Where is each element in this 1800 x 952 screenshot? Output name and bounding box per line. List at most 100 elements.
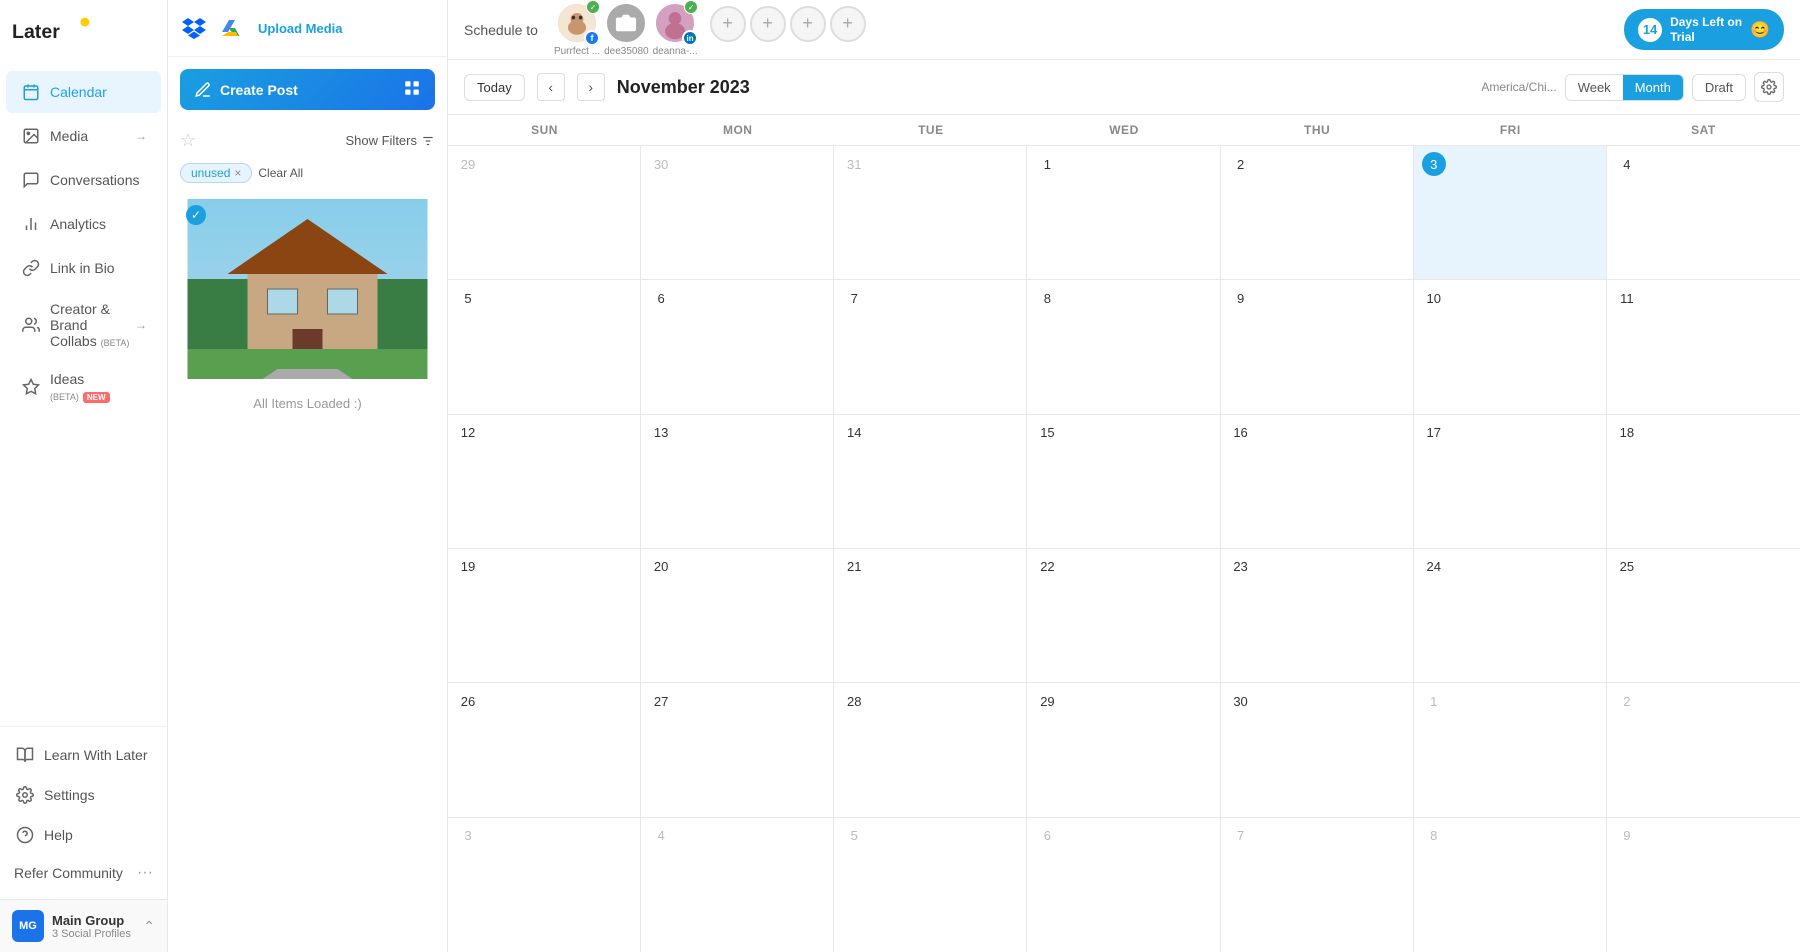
add-profile-button-4[interactable]: + — [830, 6, 866, 42]
cal-cell-nov22[interactable]: 22 — [1027, 549, 1220, 682]
cal-cell-dec9[interactable]: 9 — [1607, 818, 1800, 952]
cal-cell-nov2[interactable]: 2 — [1221, 146, 1414, 279]
cal-cell-nov17[interactable]: 17 — [1414, 415, 1607, 548]
sidebar-item-settings[interactable]: Settings — [0, 775, 167, 815]
cal-cell-nov10[interactable]: 10 — [1414, 280, 1607, 413]
sidebar-item-creator-brand-collabs[interactable]: Creator & Brand Collabs (BETA) → — [6, 291, 161, 359]
today-button[interactable]: Today — [464, 74, 525, 101]
sidebar-item-conversations[interactable]: Conversations — [6, 159, 161, 201]
cal-cell-nov15[interactable]: 15 — [1027, 415, 1220, 548]
day-header-thu: THU — [1221, 115, 1414, 145]
show-filters-button[interactable]: Show Filters — [345, 133, 435, 148]
sidebar-item-ideas[interactable]: Ideas (BETA)NEW — [6, 361, 161, 413]
cal-cell-nov30[interactable]: 30 — [1221, 683, 1414, 816]
create-post-label: Create Post — [220, 82, 298, 98]
cal-cell-nov6[interactable]: 6 — [641, 280, 834, 413]
cal-cell-nov3[interactable]: 3 — [1414, 146, 1607, 279]
star-icon[interactable]: ☆ — [180, 130, 196, 151]
week-view-button[interactable]: Week — [1566, 75, 1623, 100]
media-panel-top: Upload Media — [168, 0, 447, 57]
cal-cell-nov20[interactable]: 20 — [641, 549, 834, 682]
cal-cell-nov12[interactable]: 12 — [448, 415, 641, 548]
next-month-button[interactable]: › — [577, 73, 605, 101]
cal-cell-nov18[interactable]: 18 — [1607, 415, 1800, 548]
cal-cell-dec5[interactable]: 5 — [834, 818, 1027, 952]
cal-cell-nov24[interactable]: 24 — [1414, 549, 1607, 682]
sidebar: Later Calendar Media → Conversations — [0, 0, 168, 952]
cal-cell-nov5[interactable]: 5 — [448, 280, 641, 413]
draft-view-button[interactable]: Draft — [1692, 74, 1746, 101]
cal-cell-nov26[interactable]: 26 — [448, 683, 641, 816]
cal-cell-nov11[interactable]: 11 — [1607, 280, 1800, 413]
add-profile-button-2[interactable]: + — [750, 6, 786, 42]
google-drive-icon[interactable] — [218, 14, 246, 42]
cal-week-1: 29 30 31 1 2 3 4 — [448, 146, 1800, 280]
cal-cell-nov9[interactable]: 9 — [1221, 280, 1414, 413]
media-selected-badge: ✓ — [186, 205, 206, 225]
sidebar-item-link-in-bio[interactable]: Link in Bio — [6, 247, 161, 289]
cal-cell-nov21[interactable]: 21 — [834, 549, 1027, 682]
cal-cell-nov29[interactable]: 29 — [1027, 683, 1220, 816]
cal-cell-dec8[interactable]: 8 — [1414, 818, 1607, 952]
cal-cell-dec3[interactable]: 3 — [448, 818, 641, 952]
cal-cell-oct30[interactable]: 30 — [641, 146, 834, 279]
cal-cell-oct31[interactable]: 31 — [834, 146, 1027, 279]
clear-all-button[interactable]: Clear All — [258, 166, 303, 180]
media-item[interactable]: ✓ — [180, 199, 435, 384]
dropbox-icon[interactable] — [180, 14, 208, 42]
prev-month-button[interactable]: ‹ — [537, 73, 565, 101]
collabs-arrow: → — [135, 318, 147, 332]
cal-cell-nov23[interactable]: 23 — [1221, 549, 1414, 682]
cal-cell-nov13[interactable]: 13 — [641, 415, 834, 548]
help-label: Help — [44, 827, 73, 843]
sidebar-item-label: Ideas (BETA)NEW — [50, 371, 147, 403]
add-profile-button-1[interactable]: + — [710, 6, 746, 42]
remove-filter-button[interactable]: × — [234, 166, 241, 180]
cal-cell-nov19[interactable]: 19 — [448, 549, 641, 682]
cal-cell-dec7[interactable]: 7 — [1221, 818, 1414, 952]
create-post-button[interactable]: Create Post — [180, 69, 435, 110]
profile-wrapper-dee: dee35080 — [604, 2, 649, 57]
cal-cell-nov16[interactable]: 16 — [1221, 415, 1414, 548]
refer-community-row[interactable]: Refer Community ··· — [0, 855, 167, 891]
sidebar-bottom: Learn With Later Settings Help Refer Com… — [0, 726, 167, 899]
month-view-button[interactable]: Month — [1623, 75, 1683, 100]
media-icon — [20, 125, 42, 147]
cal-cell-nov7[interactable]: 7 — [834, 280, 1027, 413]
sidebar-item-label: Analytics — [50, 216, 106, 232]
cal-cell-dec2[interactable]: 2 — [1607, 683, 1800, 816]
refer-label: Refer — [14, 865, 48, 881]
refer-dots-icon[interactable]: ··· — [137, 864, 153, 882]
sidebar-item-help[interactable]: Help — [0, 815, 167, 855]
sidebar-nav: Calendar Media → Conversations Analytics — [0, 62, 167, 726]
upload-media-button[interactable]: Upload Media — [258, 21, 343, 36]
avatar-dee[interactable] — [605, 2, 647, 44]
sidebar-item-label: Conversations — [50, 172, 140, 188]
cal-cell-nov27[interactable]: 27 — [641, 683, 834, 816]
calendar-settings-button[interactable] — [1754, 72, 1784, 102]
cal-cell-dec6[interactable]: 6 — [1027, 818, 1220, 952]
sidebar-item-learn-with-later[interactable]: Learn With Later — [0, 735, 167, 775]
cal-cell-nov25[interactable]: 25 — [1607, 549, 1800, 682]
workspace-footer[interactable]: MG Main Group 3 Social Profiles ⌃ — [0, 899, 167, 952]
avatar-deanna[interactable]: in ✓ — [654, 2, 696, 44]
cal-cell-oct29[interactable]: 29 — [448, 146, 641, 279]
trial-emoji: 😊 — [1750, 20, 1770, 40]
cal-cell-nov4[interactable]: 4 — [1607, 146, 1800, 279]
ideas-icon — [20, 376, 42, 398]
cal-cell-dec4[interactable]: 4 — [641, 818, 834, 952]
cal-cell-nov8[interactable]: 8 — [1027, 280, 1220, 413]
cal-cell-nov28[interactable]: 28 — [834, 683, 1027, 816]
sidebar-item-analytics[interactable]: Analytics — [6, 203, 161, 245]
unused-filter-tag: unused × — [180, 163, 252, 183]
sidebar-item-calendar[interactable]: Calendar — [6, 71, 161, 113]
trial-badge[interactable]: 14 Days Left on Trial 😊 — [1624, 9, 1784, 50]
cal-cell-dec1[interactable]: 1 — [1414, 683, 1607, 816]
cal-cell-nov14[interactable]: 14 — [834, 415, 1027, 548]
logo[interactable]: Later — [0, 0, 167, 62]
avatar-purrfect[interactable]: f ✓ — [556, 2, 598, 44]
cal-cell-nov1[interactable]: 1 — [1027, 146, 1220, 279]
add-profile-button-3[interactable]: + — [790, 6, 826, 42]
cal-week-4: 19 20 21 22 23 24 25 — [448, 549, 1800, 683]
sidebar-item-media[interactable]: Media → — [6, 115, 161, 157]
